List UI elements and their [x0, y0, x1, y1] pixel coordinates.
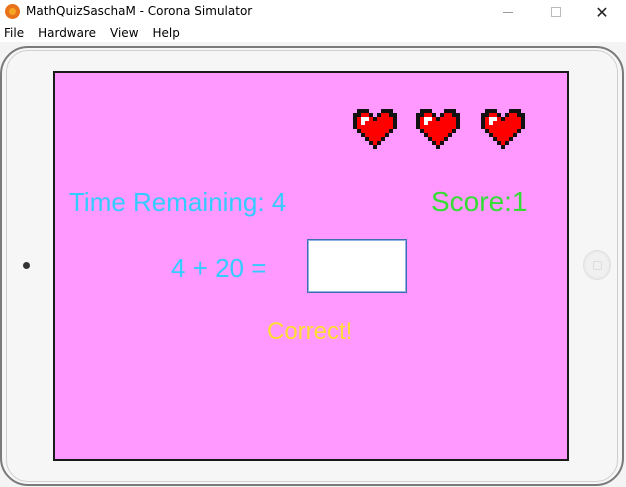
window-title: MathQuizSaschaM - Corona Simulator — [26, 4, 253, 18]
math-question: 4 + 20 = — [171, 253, 267, 283]
life-heart-icon — [353, 109, 397, 149]
menu-hardware[interactable]: Hardware — [38, 26, 96, 40]
maximize-icon — [551, 7, 561, 17]
life-heart-icon — [416, 109, 460, 149]
time-remaining-label: Time Remaining: 4 — [69, 187, 287, 217]
answer-input[interactable] — [307, 239, 407, 293]
menu-help[interactable]: Help — [153, 26, 180, 40]
close-icon: ✕ — [595, 2, 609, 22]
feedback-label: Correct! — [267, 318, 353, 345]
score-label: Score:1 — [431, 186, 528, 217]
home-button[interactable] — [583, 250, 611, 280]
life-heart-icon — [481, 109, 525, 149]
maximize-button[interactable] — [533, 0, 579, 24]
game-screen: Time Remaining: 4 Score:1 4 + 20 = Corre… — [53, 71, 569, 461]
minimize-button[interactable] — [485, 0, 531, 24]
window-title-bar: MathQuizSaschaM - Corona Simulator ✕ — [0, 0, 626, 24]
front-camera-icon — [23, 262, 30, 269]
home-button-icon — [592, 260, 602, 270]
minimize-icon — [503, 11, 513, 13]
corona-app-icon — [5, 4, 20, 19]
close-button[interactable]: ✕ — [579, 0, 625, 24]
menu-file[interactable]: File — [4, 26, 24, 40]
menu-view[interactable]: View — [110, 26, 138, 40]
menu-bar: File Hardware View Help — [0, 24, 626, 42]
